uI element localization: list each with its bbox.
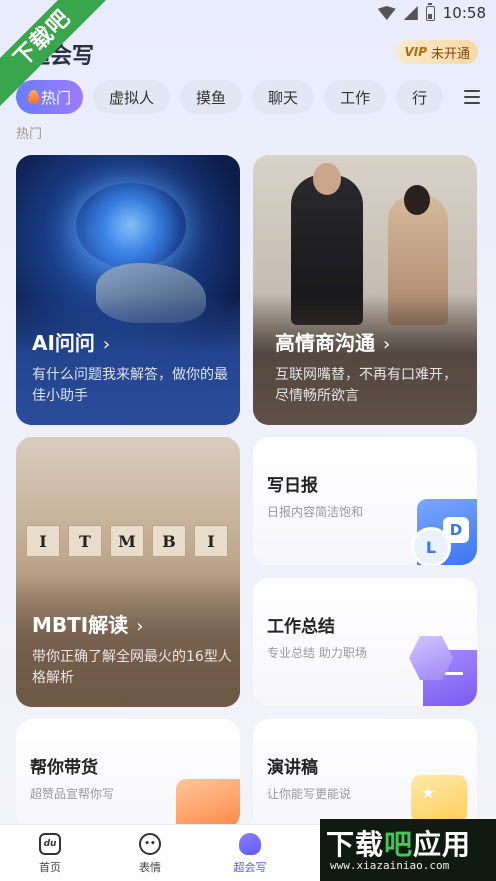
tab-work[interactable]: 工作 [324,80,387,114]
nav-emoji[interactable]: •• 表情 [100,825,200,881]
shopping-icon [176,779,240,825]
vip-status-label: 未开通 [430,46,470,62]
card-title: 演讲稿 [267,758,318,778]
nav-label: 表情 [139,861,161,874]
chevron-right-icon: › [383,334,391,355]
chevron-right-icon: › [136,616,144,637]
nav-label: 超会写 [233,861,267,874]
letter-blocks-illustration: I T M B I [26,525,228,557]
tab-more-partial[interactable]: 行 [396,80,444,114]
wifi-icon [377,6,396,20]
watermark-ribbon: 下载吧 [0,0,110,110]
brain-illustration [76,183,186,268]
battery-icon [425,2,435,21]
card-title: 高情商沟通 › [275,331,391,355]
card-eq-communication[interactable]: 高情商沟通 › 互联网嘴替，不再有口难开，尽情畅所欲言 [253,155,477,425]
card-description: 日报内容简洁饱和 [267,505,364,519]
vip-badge: VIP [404,45,427,59]
card-description: 超赞品宣帮你写 [30,787,115,801]
nav-super-write[interactable]: 超会写 [200,825,300,881]
watermark-title: 下载吧应用 [326,828,472,861]
watermark-logo: 下载吧应用 www.xiazainiao.com [320,819,496,881]
card-title: 工作总结 [267,617,335,637]
tab-label: 工作 [340,88,371,107]
tab-chat[interactable]: 聊天 [252,80,315,114]
star-icon [411,775,467,823]
status-icons: 10:58 [377,2,486,22]
tab-slacking[interactable]: 摸鱼 [180,80,243,114]
card-product-promo[interactable]: 帮你带货 超赞品宣帮你写 ✦ [16,719,240,829]
letter-block: I [26,525,60,557]
signal-icon [403,6,418,20]
card-description: 互联网嘴替，不再有口难开，尽情畅所欲言 [275,367,457,404]
card-daily-report[interactable]: 写日报 日报内容简洁饱和 L [253,437,477,565]
letter-block: T [68,525,102,557]
watermark-ribbon-text: 下载吧 [0,0,110,110]
card-description: 带你正确了解全网最火的16型人格解析 [32,649,232,686]
card-title: AI问问 › [32,331,111,355]
watermark-url: www.xiazainiao.com [330,859,450,872]
section-label: 热门 [16,127,43,142]
card-ai-ask[interactable]: AI问问 › 有什么问题我来解答，做你的最佳小助手 [16,155,240,425]
card-title: 写日报 [267,476,318,496]
tab-label: 虚拟人 [109,88,155,107]
card-title: 帮你带货 [30,758,98,778]
card-description: 让你能写更能说 [267,787,352,801]
status-time: 10:58 [442,4,486,22]
chevron-right-icon: › [102,334,111,355]
card-description: 有什么问题我来解答，做你的最佳小助手 [32,367,228,404]
card-work-summary[interactable]: 工作总结 专业总结 助力职场 [253,578,477,706]
card-speech-draft[interactable]: 演讲稿 让你能写更能说 [253,719,477,829]
nav-home[interactable]: du 首页 [0,825,100,881]
menu-icon[interactable] [464,90,480,104]
letter-block: M [110,525,144,557]
home-icon: du [39,833,61,855]
letter-block: I [194,525,228,557]
tab-label: 聊天 [268,88,299,107]
vip-button[interactable]: VIP 未开通 [396,40,478,64]
emoji-icon: •• [139,833,161,855]
letter-block: B [152,525,186,557]
nav-label: 首页 [39,861,61,874]
tab-label: 行 [412,88,428,107]
clock-icon: L [411,527,451,565]
card-description: 专业总结 助力职场 [267,646,367,660]
card-title: MBTI解读 › [32,613,144,637]
card-mbti[interactable]: I T M B I MBTI解读 › 带你正确了解全网最火的16型人格解析 [16,437,240,707]
write-icon [239,833,261,855]
tab-label: 摸鱼 [196,88,227,107]
